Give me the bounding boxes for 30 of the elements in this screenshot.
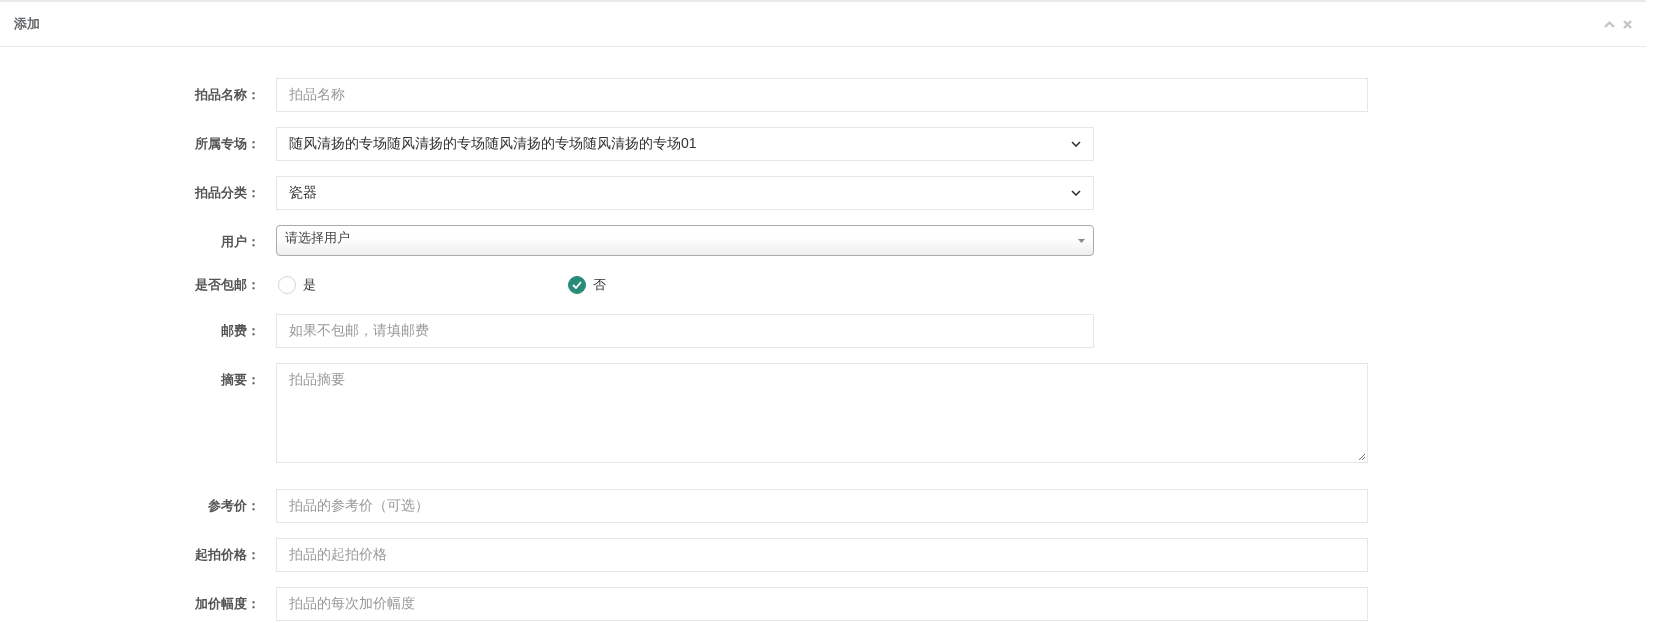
check-icon <box>572 281 582 289</box>
select-dropdown[interactable]: 瓷器 <box>276 176 1094 210</box>
field-label: 是否包邮： <box>194 276 260 294</box>
field-label: 参考价： <box>207 497 260 515</box>
field-label: 邮费： <box>220 322 260 340</box>
input-field[interactable]: 如果不包邮，请填邮费 <box>276 314 1094 348</box>
field-label: 加价幅度： <box>194 595 260 613</box>
resize-grip-icon[interactable] <box>1358 453 1366 461</box>
field-label: 用户： <box>220 233 260 251</box>
chevron-down-icon <box>1071 190 1081 196</box>
field-label: 摘要： <box>220 371 260 389</box>
close-icon[interactable] <box>1623 19 1632 29</box>
input-field[interactable]: 拍品的每次加价幅度 <box>276 587 1368 621</box>
input-field[interactable]: 拍品的参考价（可选） <box>276 489 1368 523</box>
input-field[interactable]: 拍品的起拍价格 <box>276 538 1368 572</box>
radio-label[interactable]: 否 <box>593 276 606 294</box>
field-label: 拍品分类： <box>193 184 260 202</box>
radio-button[interactable] <box>568 276 586 294</box>
field-label: 拍品名称： <box>193 86 260 104</box>
radio-label[interactable]: 是 <box>303 276 316 294</box>
panel-title: 添加 <box>14 15 41 33</box>
select-dropdown[interactable]: 请选择用户 <box>276 225 1094 256</box>
collapse-icon[interactable] <box>1604 20 1615 28</box>
input-field[interactable]: 拍品名称 <box>276 78 1368 112</box>
textarea-field[interactable]: 拍品摘要 <box>276 363 1368 463</box>
field-label: 所属专场： <box>194 135 260 153</box>
select-dropdown[interactable]: 随风清扬的专场随风清扬的专场随风清扬的专场随风清扬的专场01 <box>276 127 1094 161</box>
chevron-down-icon <box>1071 141 1081 147</box>
field-label: 起拍价格： <box>194 546 260 564</box>
caret-down-icon <box>1078 239 1085 243</box>
